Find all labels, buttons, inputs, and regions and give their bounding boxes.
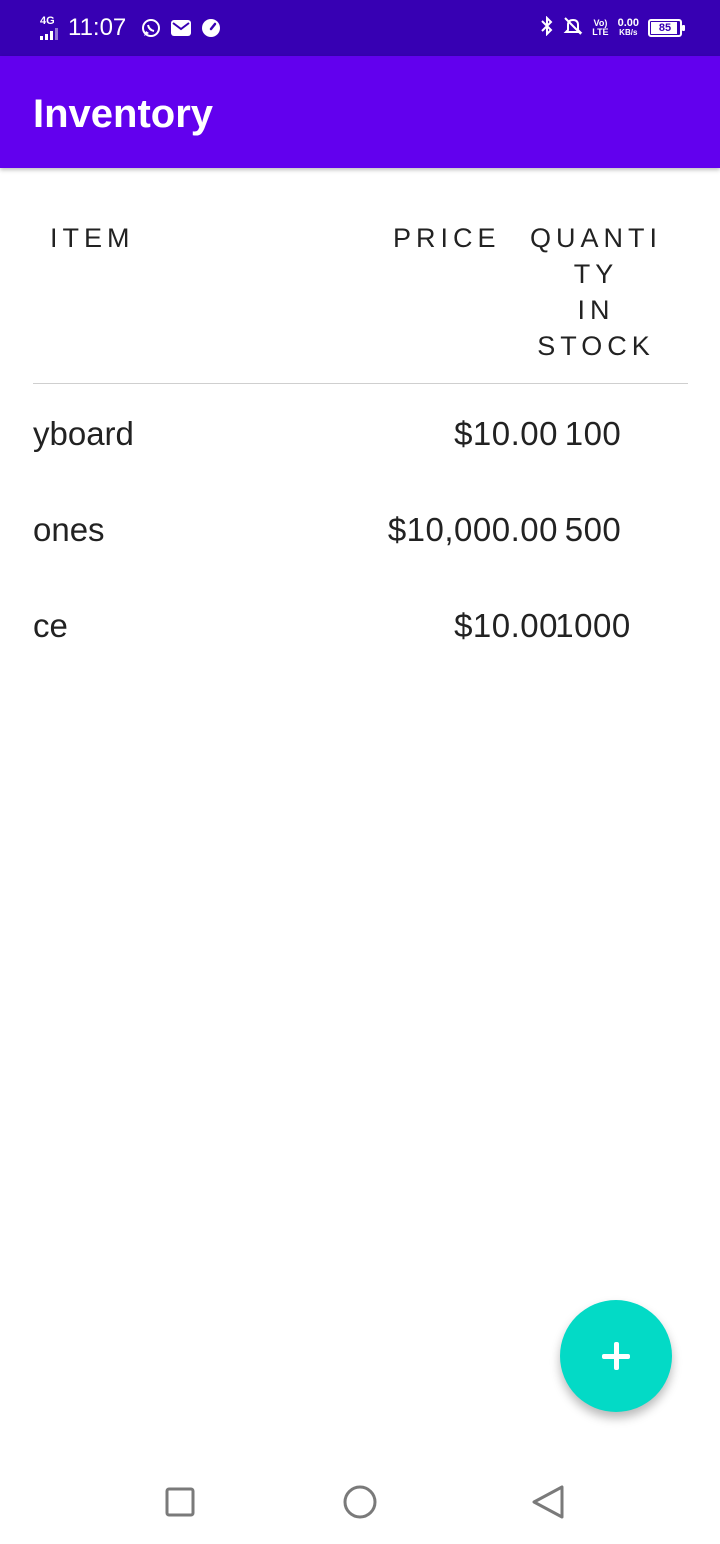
recents-square-icon xyxy=(165,1487,195,1517)
header-price: PRICE xyxy=(393,223,501,253)
add-item-button[interactable] xyxy=(560,1300,672,1412)
item-quantity: 500 xyxy=(564,511,622,548)
home-circle-icon xyxy=(343,1485,377,1519)
table-row[interactable]: ones $10,000.00 500 xyxy=(0,482,720,578)
header-item: ITEM xyxy=(50,223,135,253)
page-title: Inventory xyxy=(33,92,214,136)
mail-icon xyxy=(170,17,192,39)
header-quantity: QUANTI TY IN STOCK xyxy=(529,223,662,361)
home-button[interactable] xyxy=(340,1482,380,1522)
table-row[interactable]: yboard $10.00 100 xyxy=(0,386,720,482)
item-name: yboard xyxy=(33,415,134,452)
item-price: $10.00 xyxy=(454,415,558,452)
back-triangle-icon xyxy=(532,1485,564,1519)
network-type: 4G xyxy=(40,15,55,27)
item-quantity: 1000 xyxy=(555,607,631,644)
signal-icon: 4G xyxy=(40,16,58,40)
status-bar-left: 4G 11:07 xyxy=(40,0,230,56)
item-quantity: 100 xyxy=(564,415,622,452)
app-bar: Inventory xyxy=(0,56,720,168)
status-bar: 4G 11:07 Vo) LTE 0.00 KB/s 85 xyxy=(0,0,720,56)
volte-icon: Vo) LTE xyxy=(592,18,609,37)
table-row[interactable]: ce $10.00 1000 xyxy=(0,578,720,674)
network-speed: 0.00 KB/s xyxy=(617,17,639,38)
battery-level: 85 xyxy=(658,22,672,34)
item-price: $10,000.00 xyxy=(387,511,558,548)
notifications-off-icon xyxy=(563,16,583,41)
bluetooth-icon xyxy=(540,15,554,41)
status-bar-right: Vo) LTE 0.00 KB/s 85 xyxy=(540,0,685,56)
speed-meter-icon xyxy=(200,17,222,39)
clock: 11:07 xyxy=(68,14,127,41)
navigation-bar xyxy=(0,1456,720,1544)
item-name: ones xyxy=(33,511,105,548)
recents-button[interactable] xyxy=(160,1482,200,1522)
back-button[interactable] xyxy=(528,1482,568,1522)
whatsapp-icon xyxy=(140,17,162,39)
header-divider xyxy=(33,383,688,384)
item-price: $10.00 xyxy=(454,607,558,644)
plus-icon xyxy=(602,1342,630,1370)
battery-icon: 85 xyxy=(648,19,685,37)
item-name: ce xyxy=(33,607,68,644)
